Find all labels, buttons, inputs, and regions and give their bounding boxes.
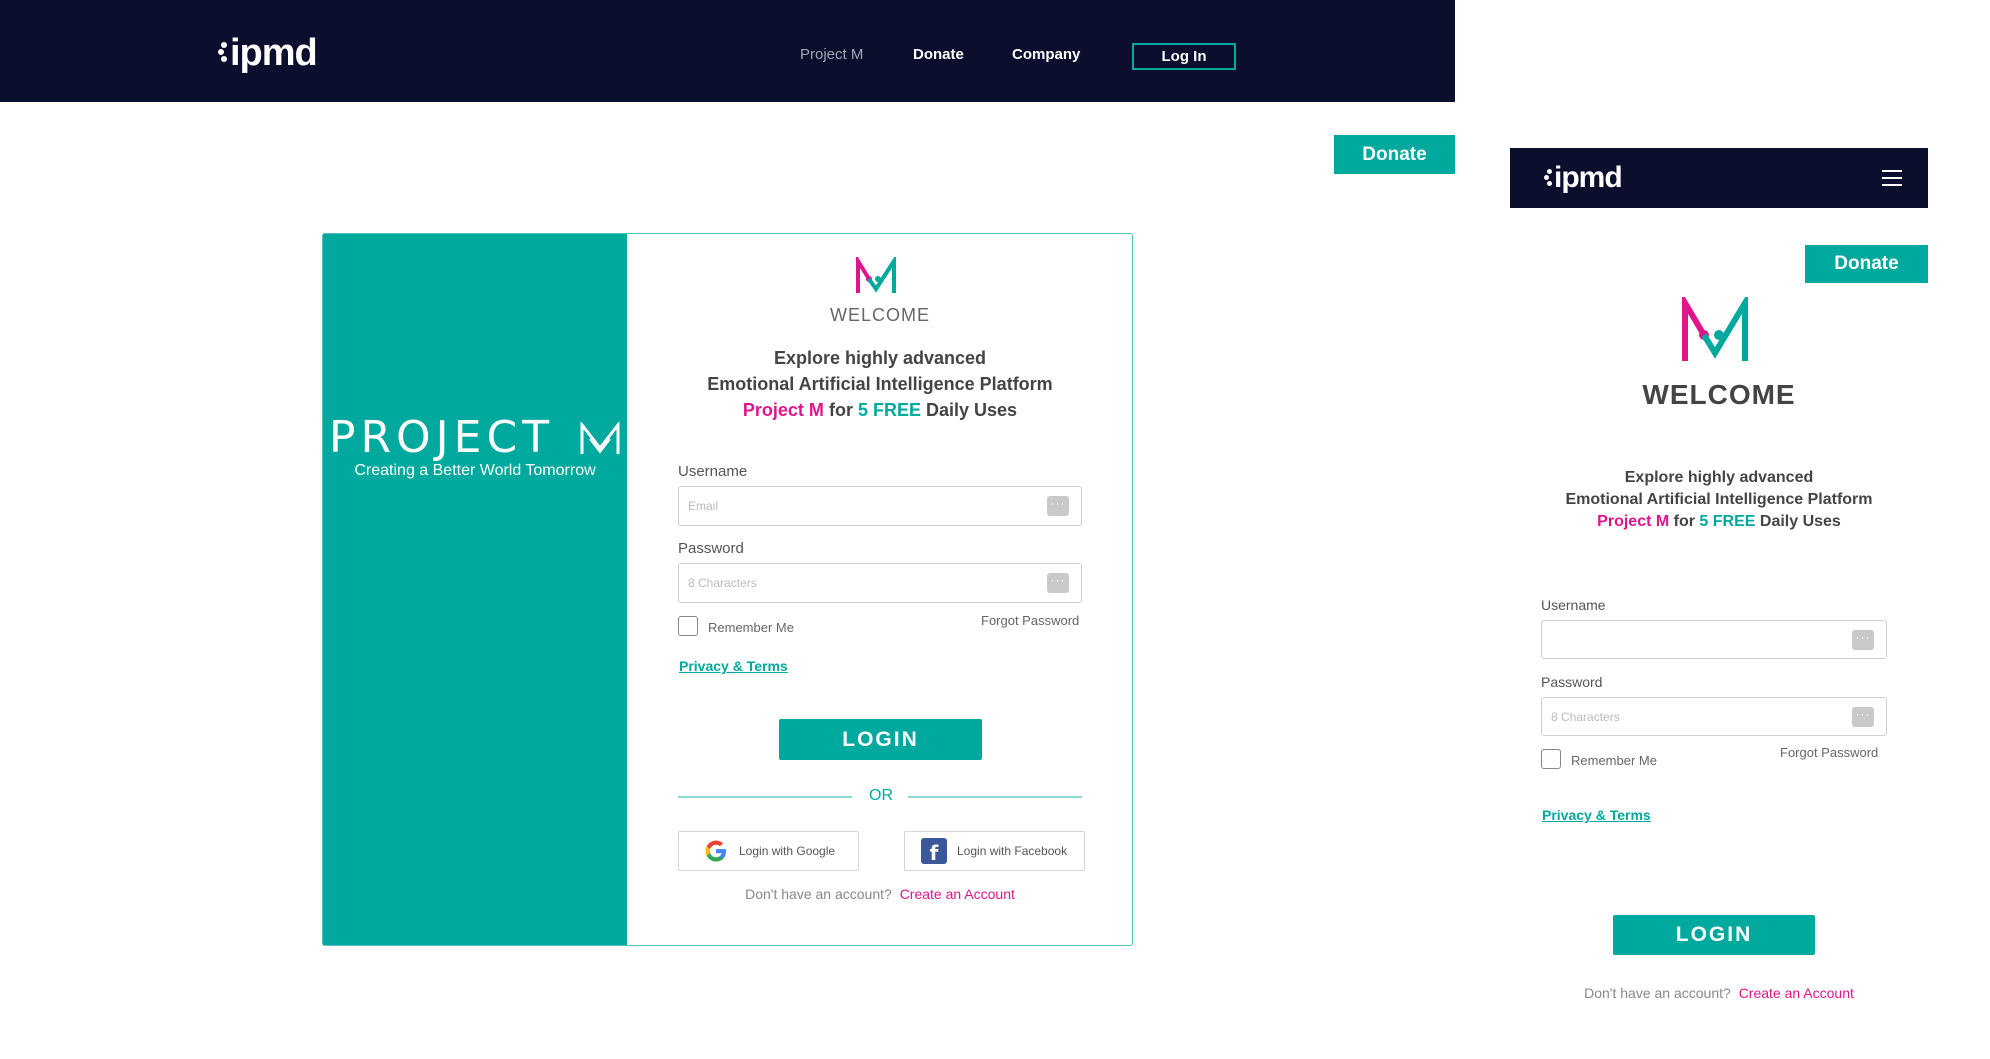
nav-company[interactable]: Company [1012,46,1080,63]
mobile-password-label: Password [1541,674,1603,690]
ipmd-logo[interactable]: ipmd [218,32,318,75]
facebook-icon: f [921,838,947,864]
privacy-terms-link[interactable]: Privacy & Terms [679,658,788,674]
tagline: Explore highly advanced Emotional Artifi… [707,348,1053,420]
login-form: WELCOME Explore highly advanced Emotiona… [627,234,1133,945]
mobile-remember-me-label: Remember Me [1571,753,1657,768]
mobile-create-account-link[interactable]: Create an Account [1739,985,1854,1001]
mobile-password-input[interactable]: 8 Characters ··· [1541,697,1887,736]
mobile-ipmd-logo[interactable]: ipmd [1544,161,1623,195]
mobile-welcome-heading: WELCOME [1642,379,1796,410]
signup-prompt: Don't have an account? Create an Account [745,886,1015,902]
login-facebook-button[interactable]: f Login with Facebook [904,831,1085,871]
brand-panel: PROJECT Creating a Better World Tomorrow [323,234,627,945]
google-label: Login with Google [739,844,836,858]
remember-me-checkbox[interactable] [678,616,698,636]
or-label: OR [869,787,893,804]
mobile-login-button[interactable]: LOGIN [1613,915,1815,955]
mobile-username-label: Username [1541,597,1606,613]
login-card: PROJECT Creating a Better World Tomorrow… [322,233,1133,946]
or-divider-right [908,796,1082,798]
password-dots-icon: ··· [1047,573,1069,593]
logo-dots-icon [218,32,228,62]
project-m-mark-icon [580,422,620,454]
or-divider-left [678,796,852,798]
project-m-logo-icon [856,257,896,293]
brand-title: PROJECT [323,412,627,463]
mobile-project-m-logo-icon [1682,297,1748,361]
donate-button[interactable]: Donate [1334,135,1455,174]
mobile-forgot-password-link[interactable]: Forgot Password [1780,745,1878,760]
mobile-logo-text: ipmd [1554,161,1623,194]
mobile-password-dots-icon: ··· [1852,706,1874,727]
nav-donate[interactable]: Donate [913,46,964,63]
username-input[interactable]: Email ··· [678,486,1082,526]
remember-me-label: Remember Me [708,620,794,635]
mobile-tagline: Explore highly advanced Emotional Artifi… [1565,469,1873,530]
mobile-username-input[interactable]: ··· [1541,620,1887,659]
mobile-signup-prompt: Don't have an account? Create an Account [1584,985,1854,1001]
mobile-navbar: ipmd [1510,148,1928,208]
username-placeholder: Email [688,499,719,513]
logo-text: ipmd [230,32,318,74]
create-account-link[interactable]: Create an Account [900,886,1015,902]
mobile-remember-me-checkbox[interactable] [1541,749,1561,769]
mobile-privacy-terms-link[interactable]: Privacy & Terms [1542,807,1651,823]
desktop-navbar: ipmd Project M Donate Company Log In [0,0,1455,102]
mobile-password-placeholder: 8 Characters [1551,709,1620,724]
nav-project-m[interactable]: Project M [800,46,863,63]
hamburger-menu-icon[interactable] [1882,170,1902,186]
nav-login-button[interactable]: Log In [1132,43,1236,70]
password-input[interactable]: 8 Characters ··· [678,563,1082,603]
password-label: Password [678,540,744,557]
login-button[interactable]: LOGIN [779,719,982,760]
mobile-donate-button[interactable]: Donate [1805,245,1928,283]
field-dots-icon: ··· [1047,496,1069,516]
mobile-logo-dots-icon [1544,161,1552,186]
welcome-heading: WELCOME [829,305,930,325]
mobile-field-dots-icon: ··· [1852,629,1874,650]
password-placeholder: 8 Characters [688,576,757,590]
forgot-password-link[interactable]: Forgot Password [981,613,1079,628]
facebook-label: Login with Facebook [957,844,1068,858]
username-label: Username [678,463,748,480]
login-google-button[interactable]: Login with Google [678,831,859,871]
brand-subtitle: Creating a Better World Tomorrow [354,462,596,479]
google-icon [705,840,726,862]
